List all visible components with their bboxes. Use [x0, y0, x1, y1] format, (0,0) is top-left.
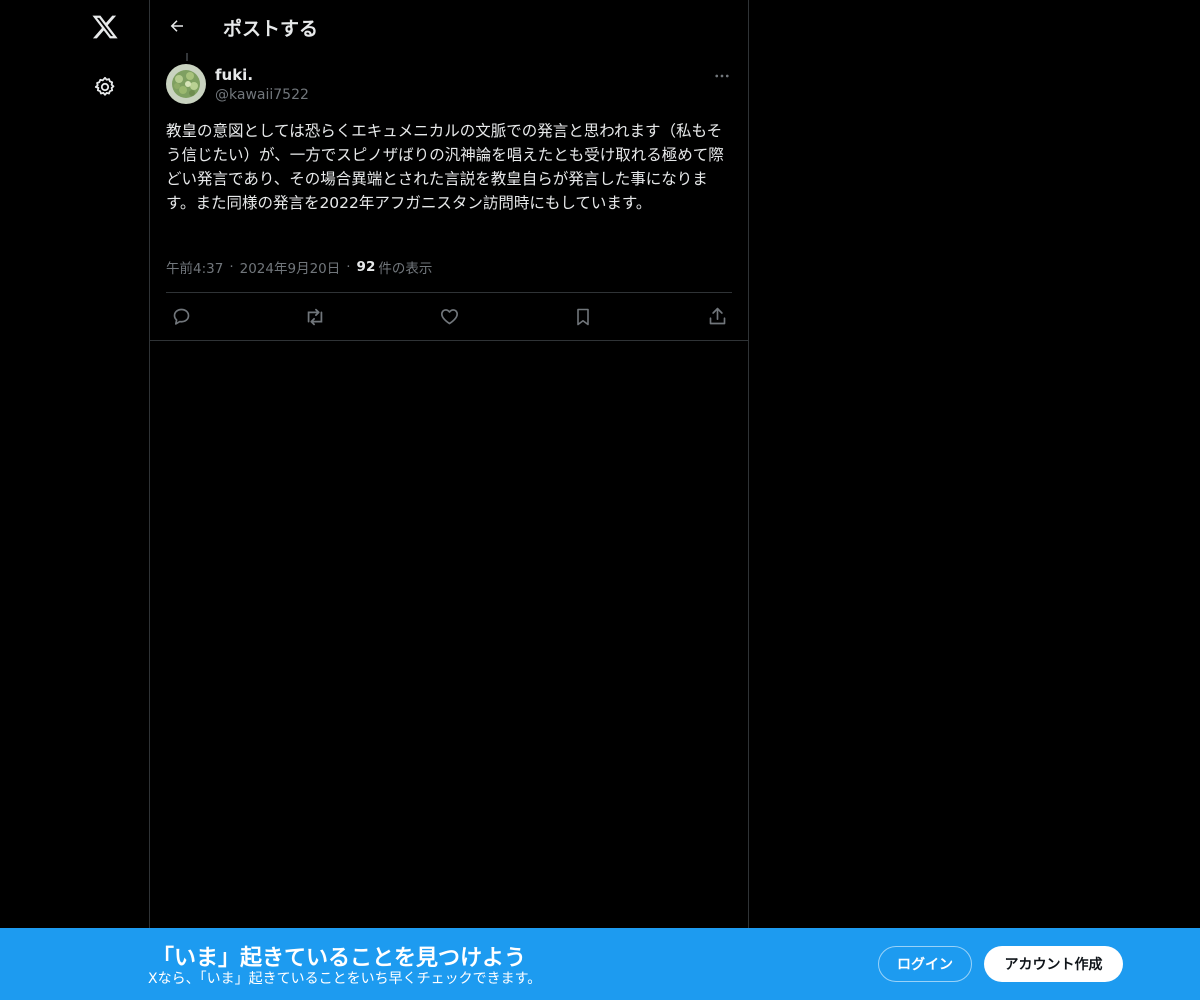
more-horizontal-icon: [715, 74, 729, 78]
reply-button[interactable]: [170, 306, 192, 328]
more-button[interactable]: [712, 66, 732, 86]
share-button[interactable]: [706, 306, 728, 328]
post-text: 教皇の意図としては恐らくエキュメニカルの文脈での発言と思われます（私もそう信じた…: [166, 122, 724, 212]
thread-line: [186, 53, 188, 61]
share-icon: [709, 307, 725, 325]
arrow-left-icon: [170, 20, 183, 32]
page-header: ポストする: [150, 0, 748, 53]
left-nav: [0, 0, 149, 1000]
post-divider: [150, 340, 748, 341]
post-date[interactable]: 2024年9月20日: [240, 257, 341, 277]
bookmark-icon: [577, 308, 589, 325]
post-actions: [166, 292, 732, 340]
main-column: ポストする fuki. @kawaii7522 教皇の意図としては恐らくエキュメ…: [149, 0, 749, 1000]
author-display-name[interactable]: fuki.: [215, 66, 253, 84]
x-logo-icon[interactable]: [86, 8, 124, 46]
views-count: 92: [356, 259, 376, 275]
page-title: ポストする: [223, 18, 319, 40]
meta-separator: ·: [229, 259, 234, 275]
bookmark-button[interactable]: [572, 306, 594, 328]
post-author: fuki. @kawaii7522: [166, 64, 732, 106]
repost-icon: [307, 308, 323, 325]
post-meta: 午前4:37 · 2024年9月20日 · 92 件の表示: [166, 257, 432, 277]
like-button[interactable]: [438, 306, 460, 328]
views-label: 件の表示: [378, 261, 433, 277]
back-button[interactable]: [162, 11, 192, 41]
gear-icon[interactable]: [90, 72, 120, 102]
meta-separator: ·: [346, 259, 351, 275]
banner-subtitle: Xなら、「いま」起きていることをいち早くチェックできます。: [148, 971, 542, 987]
reply-icon: [173, 308, 189, 325]
page: ポストする fuki. @kawaii7522 教皇の意図としては恐らくエキュメ…: [0, 0, 1200, 1000]
signup-button[interactable]: アカウント作成: [984, 946, 1123, 982]
avatar[interactable]: [166, 64, 206, 104]
post-time[interactable]: 午前4:37: [166, 257, 223, 277]
login-button[interactable]: ログイン: [878, 946, 972, 982]
heart-icon: [440, 309, 458, 325]
author-handle[interactable]: @kawaii7522: [215, 87, 309, 103]
repost-button[interactable]: [304, 306, 326, 328]
